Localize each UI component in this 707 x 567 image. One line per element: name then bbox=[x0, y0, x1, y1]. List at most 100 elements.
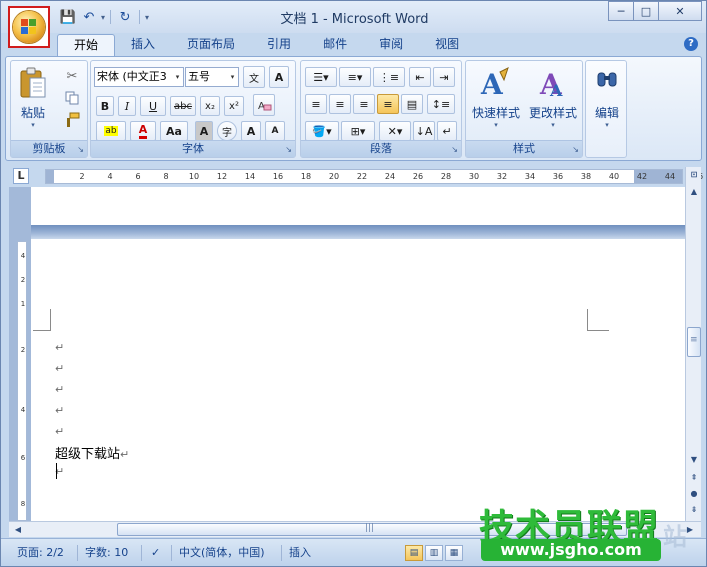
tab-selector-button[interactable]: L bbox=[13, 168, 29, 184]
shrink-font-button[interactable]: A bbox=[265, 121, 285, 141]
ruler-tick: 4 bbox=[107, 172, 113, 181]
align-left-button[interactable]: ≡ bbox=[305, 94, 327, 114]
print-layout-view-icon[interactable]: ▤ bbox=[405, 545, 423, 561]
clipboard-launcher-icon[interactable]: ↘ bbox=[77, 145, 84, 154]
distributed-button[interactable]: ▤ bbox=[401, 94, 423, 114]
paragraph-launcher-icon[interactable]: ↘ bbox=[451, 145, 458, 154]
bullets-button[interactable]: ☰▾ bbox=[305, 67, 337, 87]
vertical-ruler[interactable]: 4 2 1 2 4 6 8 bbox=[15, 187, 29, 521]
tab-view[interactable]: 视图 bbox=[419, 34, 475, 56]
font-name-combo[interactable]: 宋体 (中文正3 ▾ bbox=[94, 67, 184, 87]
change-styles-icon[interactable]: AA bbox=[536, 65, 570, 101]
scroll-down-icon[interactable]: ▼ bbox=[687, 453, 701, 467]
maximize-button[interactable]: □ bbox=[633, 1, 659, 21]
ruler-tick: 2 bbox=[79, 172, 85, 181]
watermark-logo: 技术员联盟 www.jsgho.com 站 bbox=[479, 499, 699, 563]
tab-page-layout[interactable]: 页面布局 bbox=[171, 34, 251, 56]
decrease-indent-button[interactable]: ⇤ bbox=[409, 67, 431, 87]
previous-page-icon[interactable]: ⇞ bbox=[687, 471, 701, 485]
ruler-tick: 34 bbox=[524, 172, 536, 181]
superscript-button[interactable]: x² bbox=[224, 96, 244, 116]
font-color-button[interactable]: A bbox=[130, 121, 156, 141]
status-word-count[interactable]: 字数: 10 bbox=[81, 544, 132, 562]
status-page[interactable]: 页面: 2/2 bbox=[13, 544, 68, 562]
font-launcher-icon[interactable]: ↘ bbox=[285, 145, 292, 154]
paste-dropdown-icon[interactable]: ▾ bbox=[13, 121, 53, 129]
bold-button[interactable]: B bbox=[96, 96, 114, 116]
justify-button[interactable]: ≡ bbox=[377, 94, 399, 114]
quick-styles-icon[interactable]: A bbox=[478, 65, 512, 101]
italic-button[interactable]: I bbox=[118, 96, 136, 116]
chinese-layout-button[interactable]: ✕▾ bbox=[379, 121, 411, 141]
strikethrough-button[interactable]: abc bbox=[170, 96, 196, 116]
shading-button[interactable]: 🪣▾ bbox=[305, 121, 339, 141]
change-case-button[interactable]: Aa bbox=[160, 121, 188, 141]
show-marks-button[interactable]: ↵ bbox=[437, 121, 457, 141]
ruler-tick: 8 bbox=[163, 172, 169, 181]
scroll-up-icon[interactable]: ▲ bbox=[687, 185, 701, 199]
horizontal-ruler[interactable]: 2 4 6 8 10 12 14 16 18 20 22 24 26 28 30 32 34 36 38 40 42 44… bbox=[45, 169, 703, 184]
borders-button[interactable]: ⊞▾ bbox=[341, 121, 375, 141]
grow-font-button[interactable]: A bbox=[241, 121, 261, 141]
help-icon[interactable]: ? bbox=[684, 37, 698, 51]
paragraph-group: ☰▾ ≡▾ ⋮≡ ⇤ ⇥ ≡ ≡ ≡ ≡ ▤ ↕≡ 🪣▾ ⊞▾ ✕▾ ↓A ↵ … bbox=[300, 60, 462, 158]
change-styles-label[interactable]: 更改样式 bbox=[524, 104, 582, 121]
paste-icon[interactable] bbox=[17, 65, 49, 101]
tab-insert[interactable]: 插入 bbox=[115, 34, 171, 56]
ruler-tick: 18 bbox=[300, 172, 312, 181]
styles-launcher-icon[interactable]: ↘ bbox=[572, 145, 579, 154]
cut-icon[interactable]: ✂ bbox=[63, 67, 81, 85]
underline-button[interactable]: U bbox=[140, 96, 166, 116]
office-button[interactable] bbox=[8, 6, 50, 48]
tab-mailings[interactable]: 邮件 bbox=[307, 34, 363, 56]
clipboard-group-label: 剪贴板 bbox=[11, 140, 87, 157]
character-border-button[interactable]: A bbox=[269, 66, 289, 88]
find-binoculars-icon[interactable] bbox=[595, 67, 619, 91]
highlight-color-button[interactable]: ab bbox=[96, 121, 126, 141]
change-styles-dropdown-icon[interactable]: ▾ bbox=[524, 121, 582, 129]
font-size-dropdown-icon[interactable]: ▾ bbox=[227, 68, 238, 86]
full-screen-reading-view-icon[interactable]: ▥ bbox=[425, 545, 443, 561]
line-spacing-button[interactable]: ↕≡ bbox=[427, 94, 455, 114]
page-2[interactable]: ↵ ↵ ↵ ↵ ↵ 超级下载站↵ ↵ bbox=[31, 239, 685, 521]
ruler-toggle-icon[interactable]: ⊡ bbox=[687, 168, 701, 182]
web-layout-view-icon[interactable]: ▦ bbox=[445, 545, 463, 561]
close-button[interactable]: ✕ bbox=[658, 1, 702, 21]
editing-label[interactable]: 编辑 bbox=[586, 104, 628, 121]
clear-formatting-icon[interactable]: A bbox=[253, 94, 275, 116]
scroll-left-icon[interactable]: ◀ bbox=[11, 523, 25, 536]
enclose-characters-button[interactable]: 字 bbox=[217, 121, 237, 141]
styles-group: A 快速样式 ▾ AA 更改样式 ▾ 样式 ↘ bbox=[465, 60, 583, 158]
margin-corner-top-right bbox=[587, 309, 609, 331]
align-right-button[interactable]: ≡ bbox=[353, 94, 375, 114]
vertical-scroll-thumb[interactable] bbox=[687, 327, 701, 357]
format-painter-icon[interactable] bbox=[63, 111, 81, 129]
ruler-tick: 16 bbox=[272, 172, 284, 181]
status-language[interactable]: 中文(简体，中国) bbox=[175, 544, 269, 562]
character-shading-button[interactable]: A bbox=[195, 121, 213, 141]
empty-paragraph: ↵ bbox=[55, 425, 65, 438]
sort-button[interactable]: ↓A bbox=[413, 121, 435, 141]
tab-references[interactable]: 引用 bbox=[251, 34, 307, 56]
subscript-button[interactable]: x₂ bbox=[200, 96, 220, 116]
editing-dropdown-icon[interactable]: ▾ bbox=[586, 121, 628, 129]
align-center-button[interactable]: ≡ bbox=[329, 94, 351, 114]
tab-home[interactable]: 开始 bbox=[57, 34, 116, 56]
increase-indent-button[interactable]: ⇥ bbox=[433, 67, 455, 87]
status-insert-mode[interactable]: 插入 bbox=[285, 544, 315, 562]
vertical-scrollbar[interactable]: ⊡ ▲ ▼ ⇞ ● ⇟ bbox=[685, 167, 701, 521]
quick-styles-label[interactable]: 快速样式 bbox=[468, 104, 524, 121]
quick-styles-dropdown-icon[interactable]: ▾ bbox=[468, 121, 524, 129]
copy-icon[interactable] bbox=[63, 89, 81, 107]
multilevel-list-button[interactable]: ⋮≡ bbox=[373, 67, 405, 87]
font-size-value: 五号 bbox=[188, 70, 210, 83]
font-size-combo[interactable]: 五号 ▾ bbox=[185, 67, 239, 87]
phonetic-guide-button[interactable]: 文 bbox=[243, 66, 265, 88]
font-name-dropdown-icon[interactable]: ▾ bbox=[172, 68, 183, 86]
empty-paragraph: ↵ bbox=[55, 362, 65, 375]
proofing-icon[interactable]: ✓ bbox=[147, 544, 164, 562]
paste-button-label[interactable]: 粘贴 bbox=[13, 104, 53, 121]
tab-review[interactable]: 审阅 bbox=[363, 34, 419, 56]
minimize-button[interactable]: ─ bbox=[608, 1, 634, 21]
numbering-button[interactable]: ≡▾ bbox=[339, 67, 371, 87]
